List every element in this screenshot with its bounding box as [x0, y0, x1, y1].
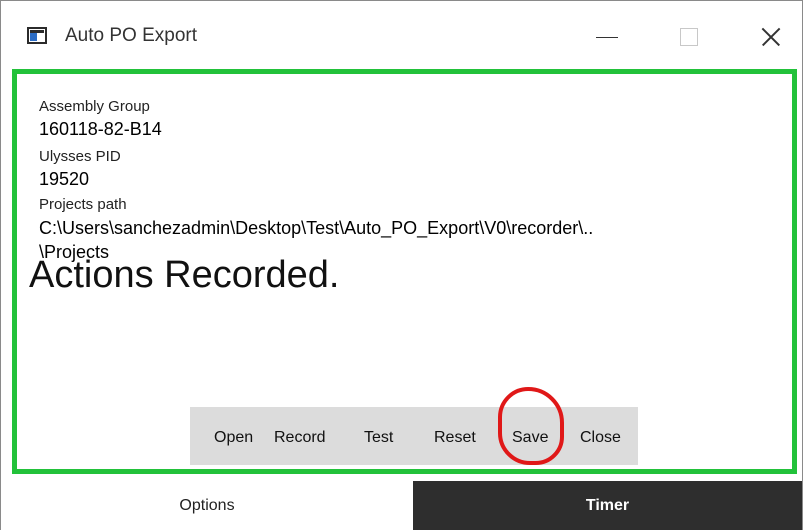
- tab-timer[interactable]: Timer: [413, 481, 802, 530]
- save-annotation-circle: [498, 387, 564, 465]
- minimize-button[interactable]: [584, 17, 630, 57]
- ulysses-pid-label: Ulysses PID: [39, 148, 121, 165]
- app-window-icon: [27, 27, 47, 44]
- status-message: Actions Recorded.: [29, 254, 340, 296]
- record-button[interactable]: Record: [274, 429, 326, 447]
- reset-button[interactable]: Reset: [434, 429, 476, 447]
- open-button[interactable]: Open: [214, 429, 253, 447]
- bottom-tab-bar: Options Timer: [1, 481, 802, 530]
- ulysses-pid-value: 19520: [39, 169, 90, 189]
- title-bar[interactable]: Auto PO Export: [1, 1, 802, 69]
- test-button[interactable]: Test: [364, 429, 393, 447]
- app-window: Auto PO Export Assembly Group 160118-82-…: [0, 0, 803, 530]
- window-close-button[interactable]: [747, 17, 793, 57]
- tab-options[interactable]: Options: [1, 481, 413, 530]
- maximize-icon: [680, 28, 698, 46]
- maximize-button[interactable]: [665, 17, 711, 57]
- assembly-group-label: Assembly Group: [39, 98, 150, 115]
- projects-path-value: C:\Users\sanchezadmin\Desktop\Test\Auto_…: [39, 218, 594, 238]
- close-button[interactable]: Close: [580, 429, 621, 447]
- main-panel: Assembly Group 160118-82-B14 Ulysses PID…: [12, 69, 797, 474]
- close-icon: [747, 17, 793, 57]
- action-toolbar: Open Record Test Reset Save Close: [190, 387, 638, 465]
- minimize-icon: [596, 37, 618, 38]
- window-title: Auto PO Export: [65, 25, 198, 46]
- assembly-group-value: 160118-82-B14: [39, 119, 162, 139]
- save-button[interactable]: Save: [512, 429, 548, 447]
- projects-path-label: Projects path: [39, 196, 127, 213]
